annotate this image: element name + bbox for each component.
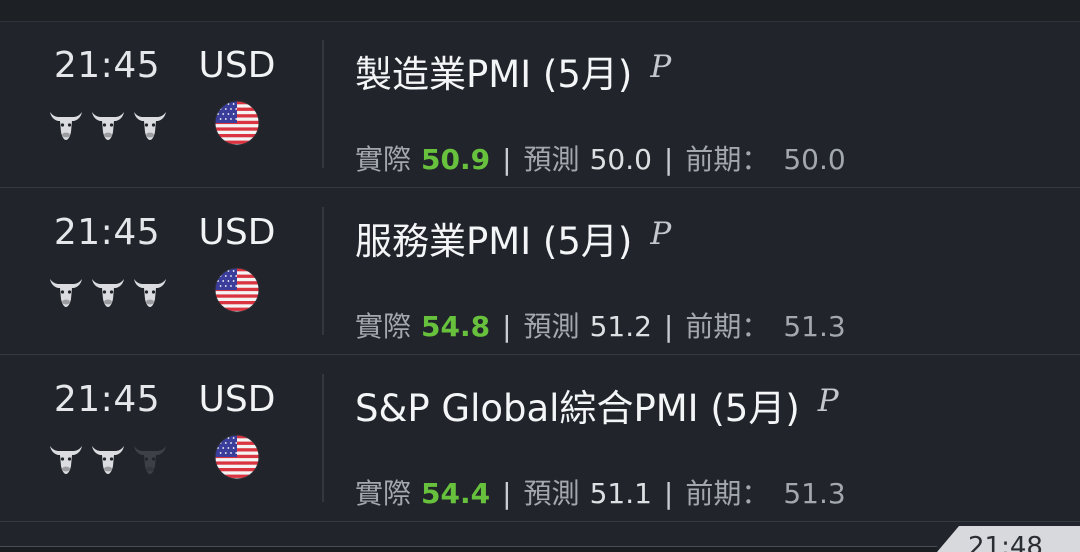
event-row-services-pmi[interactable]: 21:45 USD 服務業PMI (5月) P 實際 54.8 | 預測 51.2 | 前期… xyxy=(0,189,1080,355)
actual-value: 54.4 xyxy=(421,477,491,510)
timeline-line xyxy=(0,546,937,552)
forecast-value: 51.2 xyxy=(589,310,652,343)
actual-label: 實際 xyxy=(355,477,412,510)
bull-icon xyxy=(132,108,168,142)
event-title-line: S&P Global綜合PMI (5月) P xyxy=(355,383,839,432)
event-title: 服務業PMI (5月) xyxy=(355,220,633,263)
economic-calendar-screen: 21:45 USD 製造業PMI (5月) P 實際 50.9 | 預測 50.0 | 前期… xyxy=(0,0,1080,552)
event-title-line: 服務業PMI (5月) P xyxy=(355,216,672,265)
bull-icon xyxy=(90,275,126,309)
previous-label: 前期： xyxy=(685,310,770,343)
stat-separator: | xyxy=(663,477,674,510)
currency-code: USD xyxy=(198,45,276,86)
column-divider xyxy=(322,207,324,335)
us-flag-icon xyxy=(214,100,260,146)
column-divider xyxy=(322,40,324,168)
us-flag-icon xyxy=(214,434,260,480)
preliminary-marker: P xyxy=(650,49,672,85)
current-time-label: 21:48 xyxy=(968,532,1043,552)
bull-icon xyxy=(48,108,84,142)
actual-label: 實際 xyxy=(355,310,412,343)
bull-icon xyxy=(90,108,126,142)
forecast-value: 50.0 xyxy=(589,143,652,176)
stat-separator: | xyxy=(502,143,512,176)
event-time: 21:45 xyxy=(53,212,161,253)
actual-value: 50.9 xyxy=(421,143,491,176)
bull-icon xyxy=(48,275,84,309)
stat-separator: | xyxy=(663,310,674,343)
stat-separator: | xyxy=(502,310,512,343)
forecast-label: 預測 xyxy=(523,477,580,510)
event-title: S&P Global綜合PMI (5月) xyxy=(355,387,800,430)
previous-label: 前期： xyxy=(685,477,770,510)
preliminary-marker: P xyxy=(650,216,672,252)
event-row-manufacturing-pmi[interactable]: 21:45 USD 製造業PMI (5月) P 實際 50.9 | 預測 50.0 | 前期… xyxy=(0,22,1080,188)
preliminary-marker: P xyxy=(817,383,839,419)
forecast-label: 預測 xyxy=(523,143,580,176)
event-stats: 實際 54.4 | 預測 51.1 | 前期： 51.3 xyxy=(355,476,846,512)
previous-value: 51.3 xyxy=(783,477,846,510)
event-time: 21:45 xyxy=(53,45,161,86)
stat-separator: | xyxy=(663,143,674,176)
event-stats: 實際 50.9 | 預測 50.0 | 前期： 50.0 xyxy=(355,142,846,178)
stat-separator: | xyxy=(502,477,512,510)
actual-label: 實際 xyxy=(355,143,412,176)
bull-icon xyxy=(48,442,84,476)
importance-rating xyxy=(48,108,170,142)
actual-value: 54.8 xyxy=(421,310,491,343)
event-title: 製造業PMI (5月) xyxy=(355,53,633,96)
bull-icon xyxy=(132,275,168,309)
us-flag-icon xyxy=(214,267,260,313)
previous-row-edge xyxy=(0,0,1080,22)
bull-icon xyxy=(132,442,168,476)
column-divider xyxy=(322,374,324,502)
event-row-composite-pmi[interactable]: 21:45 USD S&P Global綜合PMI (5月) P 實際 54.4 |… xyxy=(0,356,1080,522)
previous-label: 前期： xyxy=(685,143,770,176)
forecast-value: 51.1 xyxy=(589,477,652,510)
importance-rating xyxy=(48,275,170,309)
forecast-label: 預測 xyxy=(523,310,580,343)
event-title-line: 製造業PMI (5月) P xyxy=(355,49,672,98)
event-stats: 實際 54.8 | 預測 51.2 | 前期： 51.3 xyxy=(355,309,846,345)
previous-value: 50.0 xyxy=(783,143,846,176)
currency-code: USD xyxy=(198,379,276,420)
event-time: 21:45 xyxy=(53,379,161,420)
previous-value: 51.3 xyxy=(783,310,846,343)
bull-icon xyxy=(90,442,126,476)
importance-rating xyxy=(48,442,170,476)
currency-code: USD xyxy=(198,212,276,253)
